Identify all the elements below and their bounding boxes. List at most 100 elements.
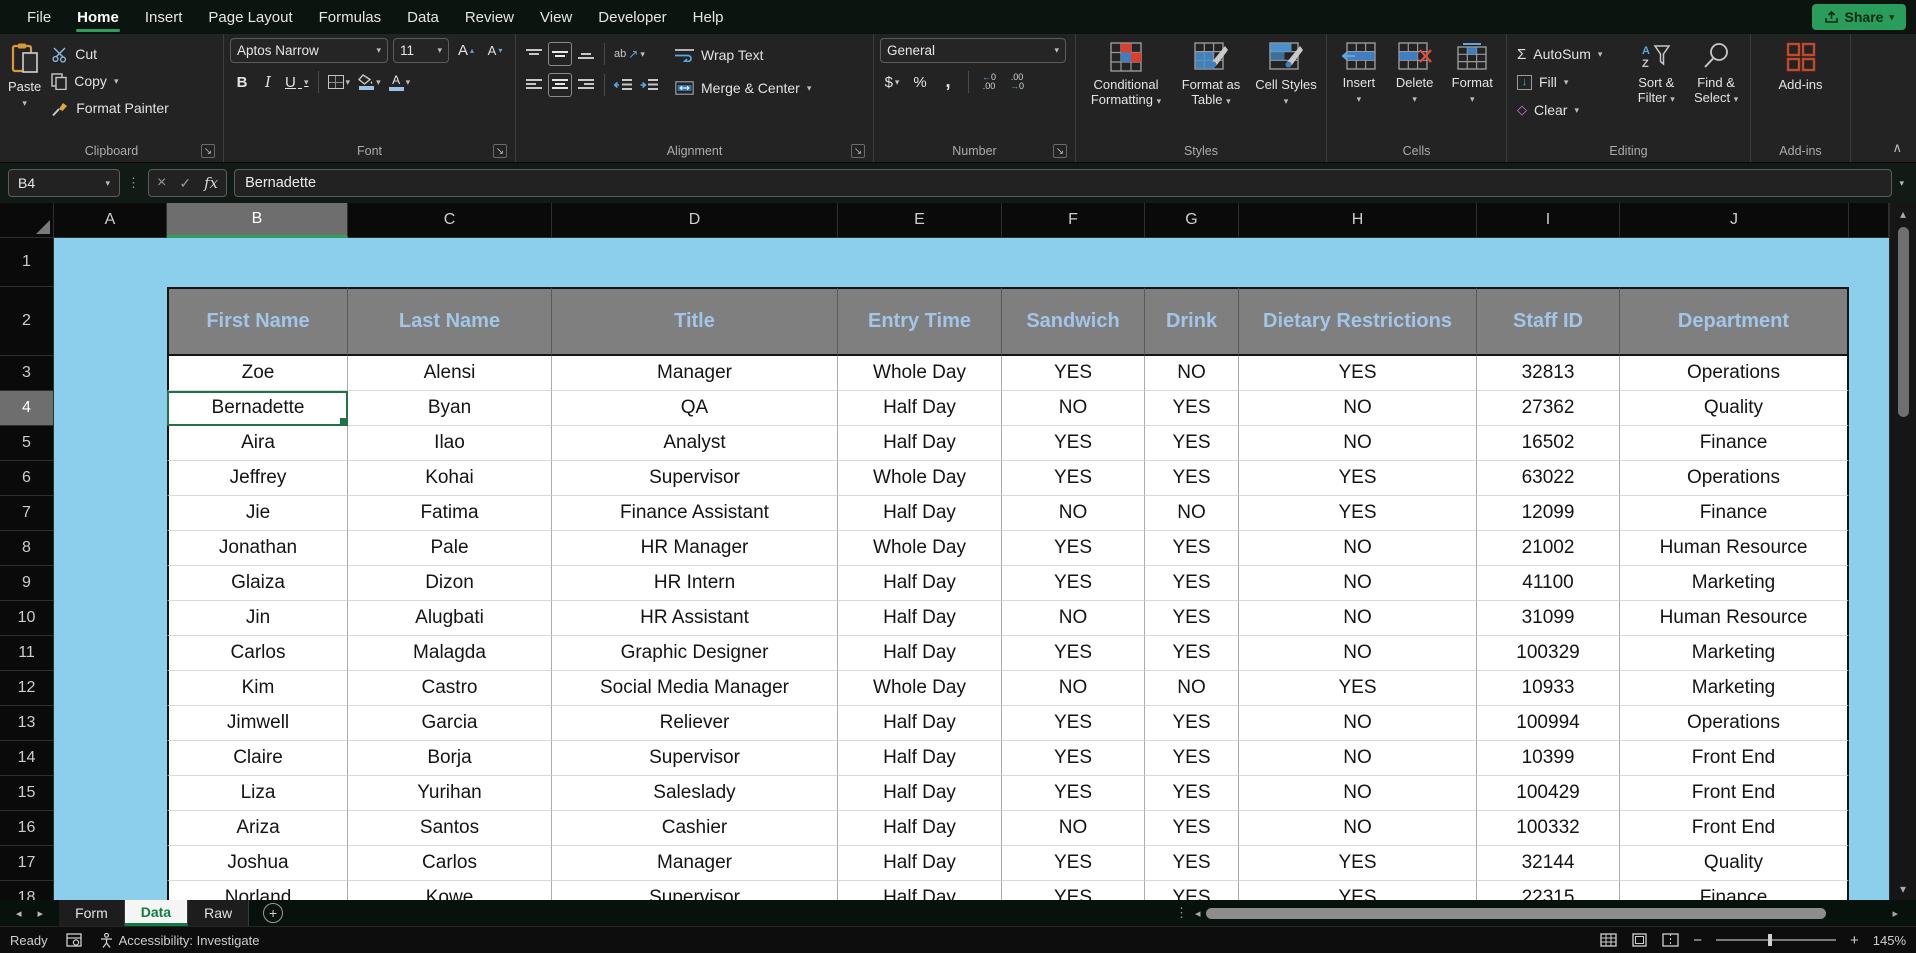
row-header-10[interactable]: 10 (0, 601, 54, 636)
cell-F9[interactable]: YES (1002, 566, 1145, 601)
cell-I7[interactable]: 12099 (1477, 496, 1620, 531)
row-header-14[interactable]: 14 (0, 741, 54, 776)
cell-F3[interactable]: YES (1002, 356, 1145, 391)
cell-D1[interactable] (552, 238, 838, 287)
page-break-view-button[interactable] (1662, 933, 1679, 947)
cell-F17[interactable]: YES (1002, 846, 1145, 881)
alignment-dialog-launcher[interactable]: ↘ (851, 144, 865, 158)
comma-format-button[interactable]: , (936, 70, 960, 94)
cell-E13[interactable]: Half Day (838, 706, 1002, 741)
cell-C12[interactable]: Castro (348, 671, 552, 706)
cell-filler[interactable] (1849, 426, 1889, 461)
select-all-corner[interactable] (0, 203, 54, 238)
row-header-3[interactable]: 3 (0, 356, 54, 391)
cell-G14[interactable]: YES (1145, 741, 1239, 776)
zoom-level[interactable]: 145% (1873, 933, 1906, 948)
cell-D7[interactable]: Finance Assistant (552, 496, 838, 531)
cell-I10[interactable]: 31099 (1477, 601, 1620, 636)
normal-view-button[interactable] (1600, 933, 1617, 947)
menu-item-view[interactable]: View (527, 0, 585, 34)
cell-H7[interactable]: YES (1239, 496, 1477, 531)
row-header-13[interactable]: 13 (0, 706, 54, 741)
cell-I17[interactable]: 32144 (1477, 846, 1620, 881)
borders-button[interactable]: ▾ (325, 70, 354, 94)
formula-input[interactable]: Bernadette (234, 169, 1893, 197)
cell-J15[interactable]: Front End (1620, 776, 1849, 811)
row-header-4[interactable]: 4 (0, 391, 54, 426)
font-name-select[interactable]: Aptos Narrow ▾ (230, 38, 388, 63)
paste-button[interactable]: Paste ▾ (6, 38, 43, 114)
cell-filler[interactable] (1849, 846, 1889, 881)
cell-C11[interactable]: Malagda (348, 636, 552, 671)
cell-D18[interactable]: Supervisor (552, 881, 838, 900)
align-center-button[interactable] (548, 73, 572, 97)
cell-filler[interactable] (1849, 287, 1889, 356)
cell-I5[interactable]: 16502 (1477, 426, 1620, 461)
cell-E8[interactable]: Whole Day (838, 531, 1002, 566)
cell-E10[interactable]: Half Day (838, 601, 1002, 636)
column-header-D[interactable]: D (552, 203, 838, 238)
cell-G16[interactable]: YES (1145, 811, 1239, 846)
cell-D16[interactable]: Cashier (552, 811, 838, 846)
cell-I13[interactable]: 100994 (1477, 706, 1620, 741)
cell-A3[interactable] (54, 356, 167, 391)
cell-C1[interactable] (348, 238, 552, 287)
vertical-scrollbar-thumb[interactable] (1897, 227, 1909, 417)
menu-item-review[interactable]: Review (452, 0, 527, 34)
cell-C5[interactable]: Ilao (348, 426, 552, 461)
cell-filler[interactable] (1849, 356, 1889, 391)
cell-B4[interactable]: Bernadette (167, 391, 348, 426)
font-size-select[interactable]: 11 ▾ (393, 38, 449, 63)
cell-I1[interactable] (1477, 238, 1620, 287)
cell-G11[interactable]: YES (1145, 636, 1239, 671)
menu-item-file[interactable]: File (14, 0, 64, 34)
cell-G15[interactable]: YES (1145, 776, 1239, 811)
row-header-18[interactable]: 18 (0, 881, 54, 900)
cell-A14[interactable] (54, 741, 167, 776)
cell-A10[interactable] (54, 601, 167, 636)
cell-filler[interactable] (1849, 238, 1889, 287)
align-top-button[interactable] (522, 42, 546, 66)
cell-G13[interactable]: YES (1145, 706, 1239, 741)
tab-scroll-left-icon[interactable]: ◂ (16, 907, 22, 920)
cell-A13[interactable] (54, 706, 167, 741)
cell-D3[interactable]: Manager (552, 356, 838, 391)
cell-F11[interactable]: YES (1002, 636, 1145, 671)
cell-D4[interactable]: QA (552, 391, 838, 426)
row-header-7[interactable]: 7 (0, 496, 54, 531)
cell-H9[interactable]: NO (1239, 566, 1477, 601)
cell-J17[interactable]: Quality (1620, 846, 1849, 881)
insert-function-button[interactable]: fx (204, 174, 218, 192)
number-format-select[interactable]: General ▾ (880, 38, 1066, 63)
cell-A17[interactable] (54, 846, 167, 881)
cell-G17[interactable]: YES (1145, 846, 1239, 881)
cell-E15[interactable]: Half Day (838, 776, 1002, 811)
cell-filler[interactable] (1849, 636, 1889, 671)
column-header-G[interactable]: G (1145, 203, 1239, 238)
cell-G12[interactable]: NO (1145, 671, 1239, 706)
font-dialog-launcher[interactable]: ↘ (493, 144, 507, 158)
column-header-I[interactable]: I (1477, 203, 1620, 238)
name-box[interactable]: B4 ▾ (8, 169, 120, 197)
cell-H11[interactable]: NO (1239, 636, 1477, 671)
cell-E1[interactable] (838, 238, 1002, 287)
currency-format-button[interactable]: $ ▾ (880, 70, 904, 94)
cell-F5[interactable]: YES (1002, 426, 1145, 461)
cell-F16[interactable]: NO (1002, 811, 1145, 846)
cell-filler[interactable] (1849, 531, 1889, 566)
cell-B3[interactable]: Zoe (167, 356, 348, 391)
accessibility-status[interactable]: Accessibility: Investigate (100, 932, 259, 948)
cell-B1[interactable] (167, 238, 348, 287)
find-select-button[interactable]: Find & Select ▾ (1688, 38, 1744, 110)
cell-B13[interactable]: Jimwell (167, 706, 348, 741)
cell-D15[interactable]: Saleslady (552, 776, 838, 811)
cell-J8[interactable]: Human Resource (1620, 531, 1849, 566)
cell-B9[interactable]: Glaiza (167, 566, 348, 601)
cell-filler[interactable] (1849, 601, 1889, 636)
column-header-H[interactable]: H (1239, 203, 1477, 238)
orientation-button[interactable]: ab ↗ ▾ (611, 42, 648, 66)
scroll-left-arrow-icon[interactable]: ◂ (1195, 907, 1201, 920)
format-as-table-button[interactable]: Format as Table ▾ (1173, 38, 1249, 112)
row-header-16[interactable]: 16 (0, 811, 54, 846)
cell-E7[interactable]: Half Day (838, 496, 1002, 531)
